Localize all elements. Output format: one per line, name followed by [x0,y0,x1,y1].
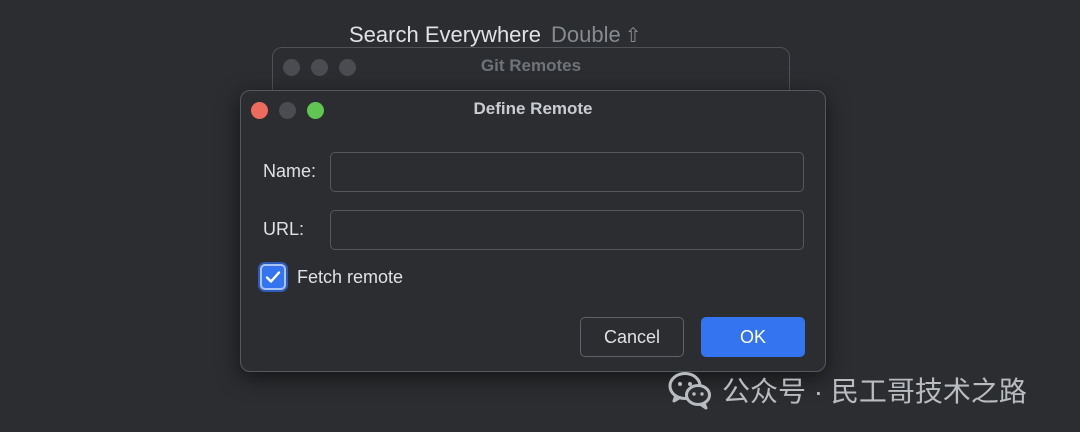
watermark-text: 公众号 · 民工哥技术之路 [722,376,1027,407]
dialog-title: Define Remote [473,99,593,118]
search-everywhere-hint: Search Everywhere Double ⇧ [349,21,641,50]
name-label: Name: [263,161,317,181]
url-label: URL: [263,219,305,239]
wechat-icon [668,370,712,410]
define-remote-dialog: Define Remote Name: URL: Fetch remote Ca… [240,90,826,372]
url-field[interactable] [330,210,804,250]
ok-button[interactable]: OK [701,317,805,357]
fetch-remote-option[interactable]: Fetch remote [260,264,403,290]
checkmark-icon [265,270,281,284]
cancel-button[interactable]: Cancel [580,317,684,357]
shift-key-icon: ⇧ [624,25,642,47]
name-field[interactable] [330,152,804,192]
watermark: 公众号 · 民工哥技术之路 [668,370,1027,410]
search-everywhere-text: Search Everywhere [349,22,541,47]
fetch-remote-label: Fetch remote [297,266,404,287]
shortcut-text: Double [550,22,621,47]
fetch-remote-checkbox[interactable] [260,264,286,290]
window-title: Git Remotes [480,56,582,75]
